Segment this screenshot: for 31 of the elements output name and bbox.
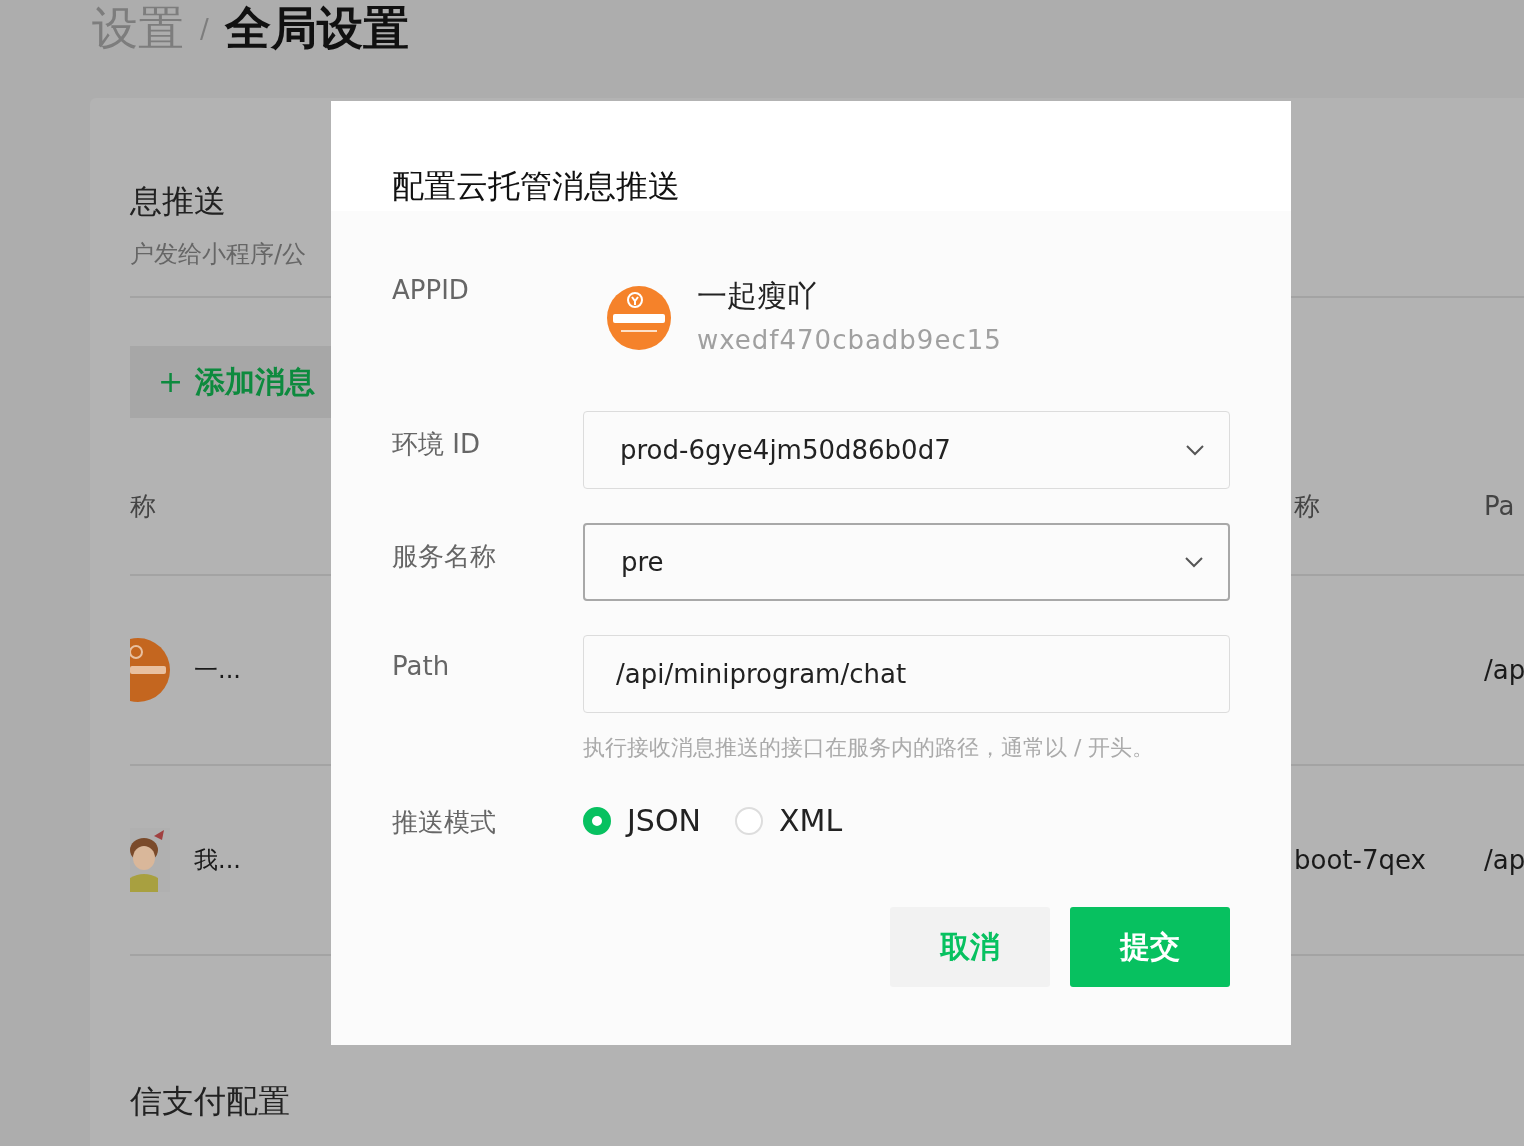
field-hint: 执行接收消息推送的接口在服务内的路径，通常以 / 开头。 <box>583 734 1156 762</box>
app-name: 一起瘦吖 <box>697 277 818 315</box>
select-field[interactable]: pre <box>583 523 1230 601</box>
field-label: Path <box>392 650 451 683</box>
section-title: 息推送 <box>130 181 226 222</box>
select-field[interactable]: prod-6gye4jm50d86b0d7 <box>583 411 1230 489</box>
column-header: 称 <box>1293 489 1321 523</box>
field-label: 环境 ID <box>392 428 481 461</box>
field-label: APPID <box>392 274 470 307</box>
section-title: 信支付配置 <box>130 1081 291 1122</box>
table-cell: /ap <box>1484 655 1524 685</box>
path-input[interactable]: /api/miniprogram/chat <box>583 635 1230 713</box>
table-cell: /ap <box>1484 845 1524 875</box>
chevron-down-icon <box>1184 556 1204 568</box>
app-name: 我... <box>194 845 241 876</box>
field-label: 服务名称 <box>392 540 497 573</box>
radio-option[interactable]: JSON <box>583 803 701 838</box>
page-title: 全局设置 <box>224 0 409 57</box>
column-header: 称 <box>130 489 156 523</box>
app-logo-icon <box>607 286 671 350</box>
dialog-title: 配置云托管消息推送 <box>331 101 1291 211</box>
section-description: 户发给小程序/公 <box>130 239 308 270</box>
field-label: 推送模式 <box>392 806 497 839</box>
app-name: 一... <box>194 655 241 686</box>
breadcrumb-separator: / <box>200 14 209 44</box>
app-id: wxedf470cbadb9ec15 <box>697 325 1002 355</box>
radio-option[interactable]: XML <box>734 803 843 838</box>
chevron-down-icon <box>1185 444 1205 456</box>
table-cell-text: boot-7qex <box>1293 845 1427 875</box>
avatar-icon <box>130 638 170 702</box>
column-header: Pa <box>1484 491 1516 521</box>
